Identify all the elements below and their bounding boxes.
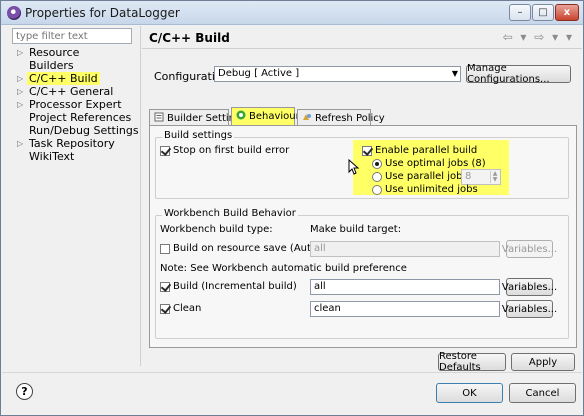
- auto-build-variables-button[interactable]: Variables...: [502, 240, 557, 258]
- expand-arrow-icon[interactable]: ▷: [17, 98, 23, 111]
- behaviour-panel: Build settings Stop on first build error…: [149, 125, 577, 348]
- parallel-jobs-value: 8: [465, 171, 472, 182]
- tree-item-label: Builders: [29, 59, 74, 72]
- builder-settings-icon: [154, 112, 164, 122]
- checkbox-label: Enable parallel build: [375, 145, 478, 156]
- tree-item-task-repository[interactable]: ▷ Task Repository: [11, 137, 143, 150]
- footer-divider: [2, 372, 582, 373]
- properties-tree: ▷ Resource Builders ▷ C/C++ Build ▷ C/C+…: [11, 46, 143, 163]
- tab-bar: Builder Settings Behaviour Refresh Polic…: [149, 107, 579, 126]
- eclipse-icon: [7, 6, 21, 20]
- tab-refresh-policy[interactable]: Refresh Policy: [297, 109, 385, 126]
- tree-item-label: Task Repository: [29, 137, 115, 150]
- clean-variables-button[interactable]: Variables...: [502, 300, 557, 318]
- tab-label: Refresh Policy: [315, 113, 385, 124]
- group-title: Workbench Build Behavior: [162, 208, 298, 219]
- tree-item-cpp-build[interactable]: ▷ C/C++ Build: [11, 72, 143, 85]
- expand-arrow-icon[interactable]: ▷: [17, 85, 23, 98]
- properties-window: Properties for DataLogger – □ x ▷ Resour…: [0, 0, 584, 416]
- ok-button[interactable]: OK: [436, 383, 503, 403]
- radio-dot[interactable]: [372, 184, 382, 195]
- panel-divider[interactable]: [140, 26, 141, 366]
- window-title: Properties for DataLogger: [25, 6, 180, 20]
- auto-build-target-field[interactable]: all: [310, 241, 500, 257]
- checkbox-box[interactable]: [160, 281, 170, 292]
- settings-panel: C/C++ Build ⇦ ▾ ⇨ ▾ ▾ Configuration: Deb…: [142, 26, 582, 373]
- expand-arrow-icon[interactable]: ▷: [17, 137, 23, 150]
- behaviour-icon: [236, 110, 246, 120]
- tree-item-label: WikiText: [29, 150, 75, 163]
- radio-dot[interactable]: [372, 158, 382, 169]
- tree-item-label: C/C++ Build: [27, 72, 100, 85]
- stop-on-first-error-checkbox[interactable]: Stop on first build error: [160, 145, 289, 156]
- tree-item-wikitext[interactable]: WikiText: [11, 150, 143, 163]
- close-button[interactable]: x: [555, 4, 579, 21]
- parallel-jobs-spinner[interactable]: 8 ▲ ▼: [461, 169, 501, 185]
- incremental-build-target-field[interactable]: all: [310, 279, 500, 295]
- radio-label: Use unlimited jobs: [385, 184, 478, 195]
- radio-dot[interactable]: [372, 171, 382, 182]
- configuration-select[interactable]: Debug [ Active ] ▼: [214, 66, 461, 82]
- checkbox-box[interactable]: [160, 243, 170, 254]
- checkbox-label: Clean: [173, 303, 202, 314]
- help-icon[interactable]: ?: [16, 383, 33, 400]
- history-nav-icons[interactable]: ⇦ ▾ ⇨ ▾ ▾: [503, 30, 574, 44]
- use-unlimited-jobs-radio[interactable]: Use unlimited jobs: [372, 184, 478, 195]
- tab-behaviour[interactable]: Behaviour: [231, 107, 300, 126]
- build-settings-group: Build settings Stop on first build error…: [155, 130, 569, 199]
- checkbox-box[interactable]: [160, 145, 170, 156]
- checkbox-label: Stop on first build error: [173, 145, 290, 156]
- dialog-content: ▷ Resource Builders ▷ C/C++ Build ▷ C/C+…: [2, 26, 582, 415]
- use-parallel-jobs-radio[interactable]: Use parallel jobs:: [372, 171, 471, 182]
- use-optimal-jobs-radio[interactable]: Use optimal jobs (8): [372, 158, 486, 169]
- clean-checkbox[interactable]: Clean: [160, 303, 201, 314]
- checkbox-label: Build (Incremental build): [173, 281, 297, 292]
- manage-configurations-button[interactable]: Manage Configurations...: [466, 63, 571, 85]
- incremental-build-checkbox[interactable]: Build (Incremental build): [160, 281, 297, 292]
- cancel-button[interactable]: Cancel: [509, 383, 576, 403]
- enable-parallel-build-checkbox[interactable]: Enable parallel build: [362, 145, 477, 156]
- tree-item-cpp-general[interactable]: ▷ C/C++ General: [11, 85, 143, 98]
- configuration-value: Debug [ Active ]: [218, 68, 300, 79]
- tree-item-label: Run/Debug Settings: [29, 124, 139, 137]
- header-divider: [142, 48, 582, 49]
- radio-label: Use optimal jobs (8): [385, 158, 486, 169]
- tree-item-label: C/C++ General: [29, 85, 114, 98]
- radio-label: Use parallel jobs:: [385, 171, 472, 182]
- dropdown-arrow-icon: ▼: [451, 69, 458, 78]
- workbench-note: Note: See Workbench automatic build pref…: [160, 263, 407, 274]
- refresh-policy-icon: [303, 114, 311, 120]
- expand-arrow-icon[interactable]: ▷: [17, 46, 23, 59]
- tree-item-resource[interactable]: ▷ Resource: [11, 46, 143, 59]
- page-title: C/C++ Build: [149, 31, 230, 45]
- filter-input[interactable]: [12, 28, 132, 44]
- tree-item-label: Project References: [29, 111, 132, 124]
- spinner-arrows-icon[interactable]: ▲ ▼: [490, 171, 499, 183]
- tree-item-label: Processor Expert: [29, 98, 122, 111]
- restore-defaults-button[interactable]: Restore Defaults: [438, 351, 506, 373]
- mouse-cursor-icon: [348, 159, 360, 175]
- apply-button[interactable]: Apply: [511, 353, 575, 371]
- clean-target-field[interactable]: clean: [310, 301, 500, 317]
- build-type-label: Workbench build type:: [160, 224, 273, 235]
- group-title: Build settings: [162, 130, 235, 141]
- tree-item-builders[interactable]: Builders: [11, 59, 143, 72]
- tree-item-processor-expert[interactable]: ▷ Processor Expert: [11, 98, 143, 111]
- workbench-build-behavior-group: Workbench Build Behavior Workbench build…: [155, 208, 569, 339]
- checkbox-box[interactable]: [362, 145, 372, 156]
- tab-builder-settings[interactable]: Builder Settings: [149, 109, 247, 126]
- tree-item-run-debug-settings[interactable]: Run/Debug Settings: [11, 124, 143, 137]
- expand-arrow-icon[interactable]: ▷: [17, 72, 23, 85]
- title-bar: Properties for DataLogger – □ x: [1, 1, 583, 25]
- maximize-button[interactable]: □: [532, 4, 554, 21]
- tree-item-label: Resource: [29, 46, 80, 59]
- minimize-button[interactable]: –: [509, 4, 531, 21]
- incremental-variables-button[interactable]: Variables...: [502, 278, 557, 296]
- checkbox-box[interactable]: [160, 303, 170, 314]
- tab-label: Behaviour: [249, 111, 300, 122]
- make-target-label: Make build target:: [310, 224, 402, 235]
- tree-item-project-references[interactable]: Project References: [11, 111, 143, 124]
